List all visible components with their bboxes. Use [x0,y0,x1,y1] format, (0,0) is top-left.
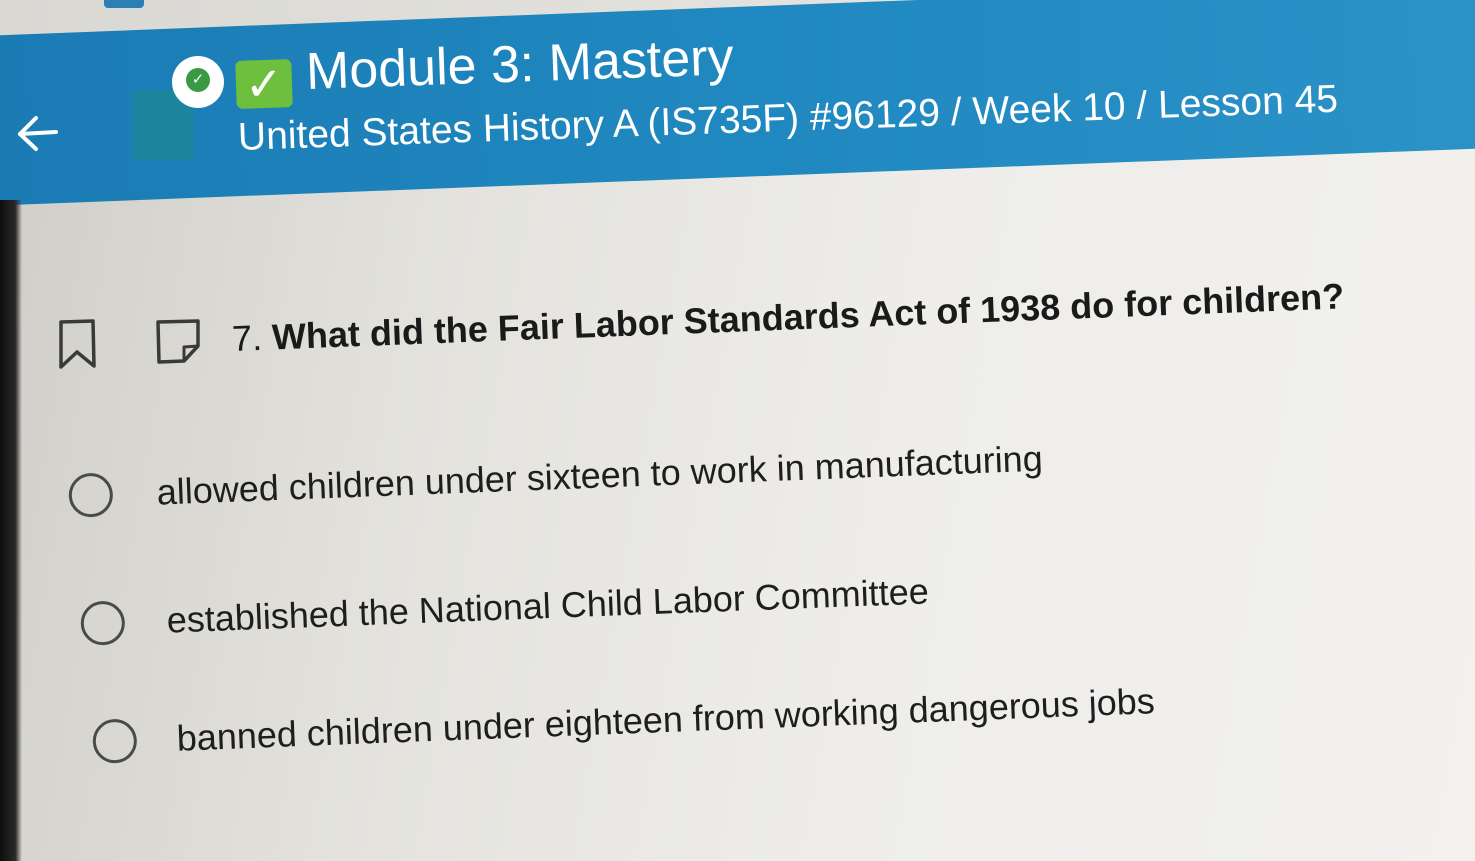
radio-button[interactable] [80,600,126,646]
answer-option-label: established the National Child Labor Com… [165,570,930,641]
bookmark-icon[interactable] [56,318,98,370]
screen-bezel [0,200,22,861]
question-number: 7. [231,316,263,359]
note-icon[interactable] [152,316,204,366]
checkbox-checked-icon: ✓ [235,57,293,111]
radio-button[interactable] [68,472,114,518]
arrow-left-icon[interactable] [12,108,62,158]
check-circle-icon: ✓ [172,56,224,108]
screen: ✓ ✓ Module 3: Mastery United States Hist… [0,0,1475,861]
radio-button[interactable] [92,718,138,764]
top-tab-fragment [104,0,144,8]
question-prompt: 7. What did the Fair Labor Standards Act… [231,275,1345,360]
answer-option-label: allowed children under sixteen to work i… [155,437,1044,513]
question-text: What did the Fair Labor Standards Act of… [271,275,1345,358]
answer-option-label: banned children under eighteen from work… [175,680,1156,759]
